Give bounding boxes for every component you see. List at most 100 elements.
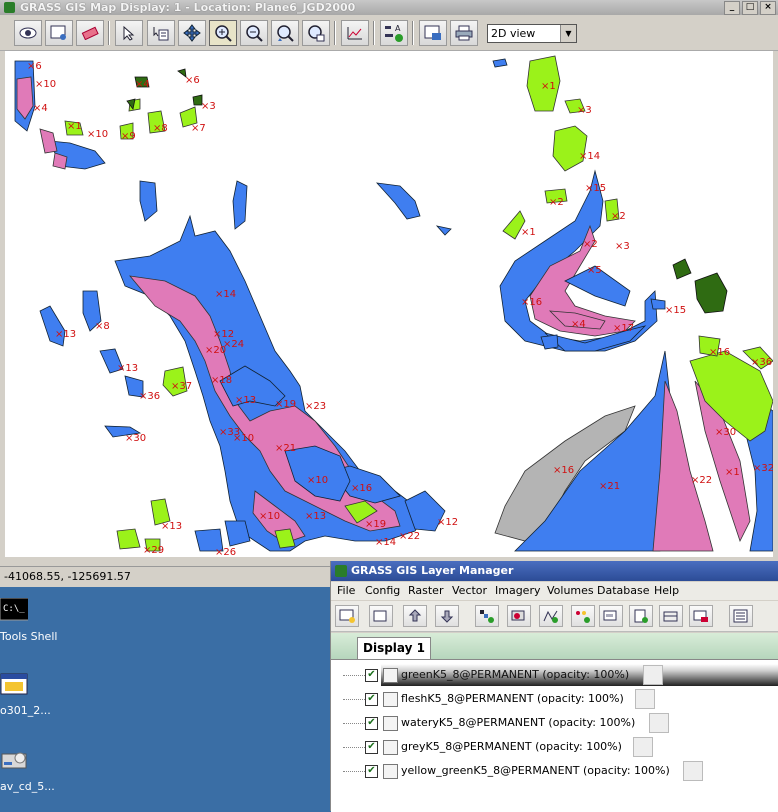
map-feature-label: ×18 [211, 375, 233, 386]
layer-checkbox[interactable]: ✔ [365, 741, 378, 754]
render-map-icon[interactable] [45, 20, 73, 46]
map-feature-label: ×14 [215, 289, 237, 300]
map-feature-label: ×30 [715, 427, 737, 438]
map-feature-label: ×30 [125, 433, 147, 444]
map-feature-label: ×13 [305, 511, 327, 522]
open-workspace-icon[interactable] [403, 605, 427, 627]
add-raster-misc-icon[interactable] [507, 605, 531, 627]
map-feature-label: ×4 [135, 79, 150, 90]
layer-properties-control[interactable] [643, 665, 663, 685]
add-vector-misc-icon[interactable] [571, 605, 595, 627]
map-feature-label: ×3 [615, 241, 630, 252]
map-feature-label: ×5 [587, 265, 602, 276]
add-command-icon[interactable] [629, 605, 653, 627]
layer-toolbar [331, 601, 778, 632]
pan-icon[interactable] [178, 20, 206, 46]
map-feature-label: ×8 [153, 123, 168, 134]
map-svg [14, 55, 773, 552]
menu-file[interactable]: File [337, 584, 355, 597]
layer-properties-control[interactable] [683, 761, 703, 781]
query-icon[interactable] [147, 20, 175, 46]
print-icon[interactable] [450, 20, 478, 46]
close-button[interactable]: × [760, 1, 776, 15]
layer-checkbox[interactable]: ✔ [365, 669, 378, 682]
map-feature-label: ×13 [117, 363, 139, 374]
menu-raster[interactable]: Raster [408, 584, 443, 597]
save-display-icon[interactable] [419, 20, 447, 46]
erase-display-icon[interactable] [76, 20, 104, 46]
layer-row[interactable]: ✔ wateryK5_8@PERMANENT (opacity: 100%) [331, 712, 778, 734]
decorations-icon[interactable]: A [380, 20, 408, 46]
layer-properties-control[interactable] [633, 737, 653, 757]
minimize-button[interactable]: _ [724, 1, 740, 15]
zoom-options-icon[interactable] [302, 20, 330, 46]
pointer-icon[interactable] [115, 20, 143, 46]
menu-volumes[interactable]: Volumes [547, 584, 594, 597]
tab-display-1[interactable]: Display 1 [357, 637, 431, 659]
layer-properties-control[interactable] [649, 713, 669, 733]
layer-name: greyK5_8@PERMANENT (opacity: 100%) [401, 740, 622, 753]
add-vector-icon[interactable] [539, 605, 563, 627]
menu-vector[interactable]: Vector [452, 584, 487, 597]
desktop-icon-o301[interactable]: o301_2... [0, 672, 60, 717]
map-display-window: GRASS GIS Map Display: 1 - Location: Pla… [0, 0, 778, 587]
analyze-icon[interactable] [341, 20, 369, 46]
view-mode-select[interactable]: 2D view ▼ [487, 24, 577, 43]
new-workspace-icon[interactable] [369, 605, 393, 627]
map-titlebar[interactable]: GRASS GIS Map Display: 1 - Location: Pla… [0, 0, 778, 15]
map-feature-label: ×4 [33, 103, 48, 114]
menu-help[interactable]: Help [654, 584, 679, 597]
yellow-green-polygon [552, 125, 588, 172]
layer-row[interactable]: ✔ yellow_greenK5_8@PERMANENT (opacity: 1… [331, 760, 778, 782]
coordinate-readout: -41068.55, -125691.57 [4, 570, 131, 583]
map-feature-label: ×6 [27, 61, 42, 72]
grass-app-icon [335, 565, 347, 577]
desktop-icon-tools-shell[interactable]: C:\_ Tools Shell [0, 597, 60, 643]
zoom-in-icon[interactable] [209, 20, 237, 46]
map-feature-label: ×1 [521, 227, 536, 238]
map-feature-label: ×36 [751, 357, 773, 368]
layer-row[interactable]: ✔ greyK5_8@PERMANENT (opacity: 100%) [331, 736, 778, 758]
map-feature-label: ×16 [351, 483, 373, 494]
map-feature-label: ×15 [585, 183, 607, 194]
map-feature-label: ×24 [223, 339, 245, 350]
menu-imagery[interactable]: Imagery [495, 584, 540, 597]
map-feature-label: ×10 [87, 129, 109, 140]
map-feature-label: ×12 [437, 517, 459, 528]
layer-row[interactable]: ✔ fleshK5_8@PERMANENT (opacity: 100%) [331, 688, 778, 710]
add-group-icon[interactable] [659, 605, 683, 627]
view-mode-value: 2D view [491, 27, 536, 40]
map-feature-label: ×10 [35, 79, 57, 90]
layer-name: fleshK5_8@PERMANENT (opacity: 100%) [401, 692, 624, 705]
zoom-out-icon[interactable] [240, 20, 268, 46]
layer-row[interactable]: ✔ greenK5_8@PERMANENT (opacity: 100%) [331, 664, 778, 686]
add-overlay-icon[interactable] [599, 605, 623, 627]
svg-text:A: A [395, 24, 401, 33]
display-map-icon[interactable] [14, 20, 42, 46]
map-canvas[interactable]: ×6 ×10 ×4 ×1 ×10 ×9 ×8 ×6 ×3 ×7 ×4 ×3 ×1 ×14 ×15 ×2 ×2 ×1… [5, 51, 773, 557]
layer-properties-control[interactable] [635, 689, 655, 709]
map-feature-label: ×26 [215, 547, 237, 557]
menu-database[interactable]: Database [597, 584, 650, 597]
layer-name: wateryK5_8@PERMANENT (opacity: 100%) [401, 716, 636, 729]
map-feature-label: ×2 [611, 211, 626, 222]
watery-polygon [492, 58, 508, 68]
save-workspace-icon[interactable] [435, 605, 459, 627]
layer-checkbox[interactable]: ✔ [365, 765, 378, 778]
desktop-icon-av-cd[interactable]: av_cd_5... [0, 748, 60, 793]
new-display-icon[interactable] [335, 605, 359, 627]
map-feature-label: ×29 [143, 545, 165, 556]
chevron-down-icon: ▼ [560, 25, 576, 42]
layer-checkbox[interactable]: ✔ [365, 693, 378, 706]
layer-checkbox[interactable]: ✔ [365, 717, 378, 730]
map-feature-label: ×8 [95, 321, 110, 332]
zoom-back-icon[interactable] [271, 20, 299, 46]
maximize-button[interactable]: □ [742, 1, 758, 15]
add-raster-icon[interactable] [475, 605, 499, 627]
remove-layer-icon[interactable] [689, 605, 713, 627]
layer-list-icon[interactable] [729, 605, 753, 627]
watery-polygon [435, 225, 452, 236]
menu-config[interactable]: Config [365, 584, 400, 597]
layer-manager-titlebar[interactable]: GRASS GIS Layer Manager [331, 561, 778, 581]
map-feature-label: ×22 [399, 531, 421, 542]
